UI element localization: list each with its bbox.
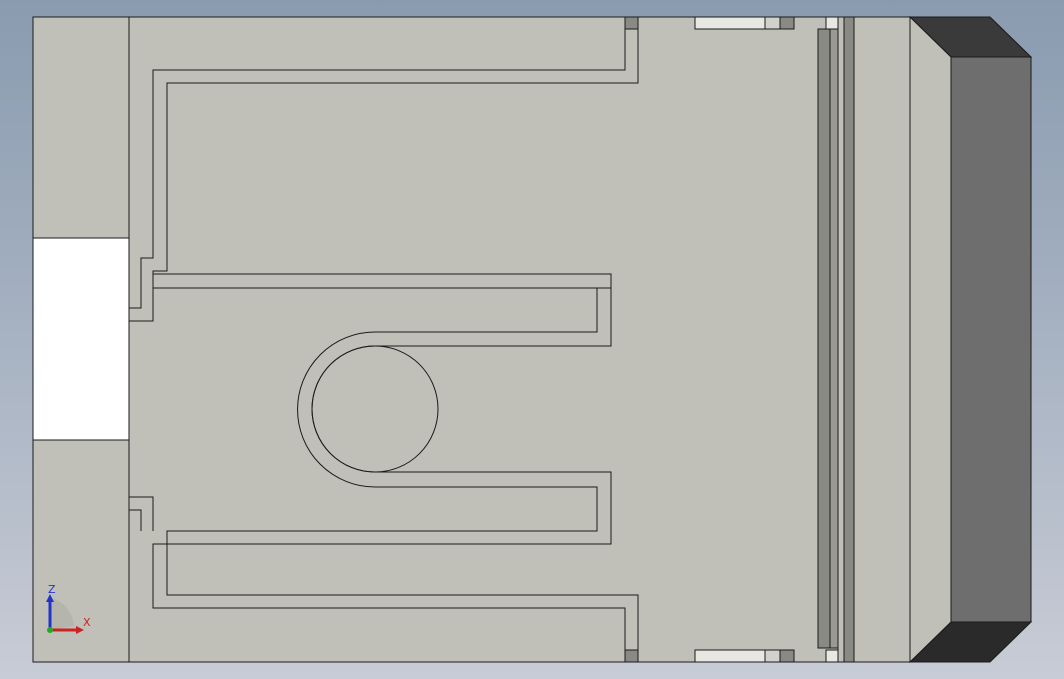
triad-origin xyxy=(47,627,53,633)
triad-plane-shade xyxy=(50,598,74,630)
view-orientation-triad: Z X xyxy=(46,583,91,634)
z-axis-label: Z xyxy=(48,583,56,596)
x-axis-label: X xyxy=(83,616,91,629)
graphics-viewport[interactable]: Z X xyxy=(0,0,1064,679)
